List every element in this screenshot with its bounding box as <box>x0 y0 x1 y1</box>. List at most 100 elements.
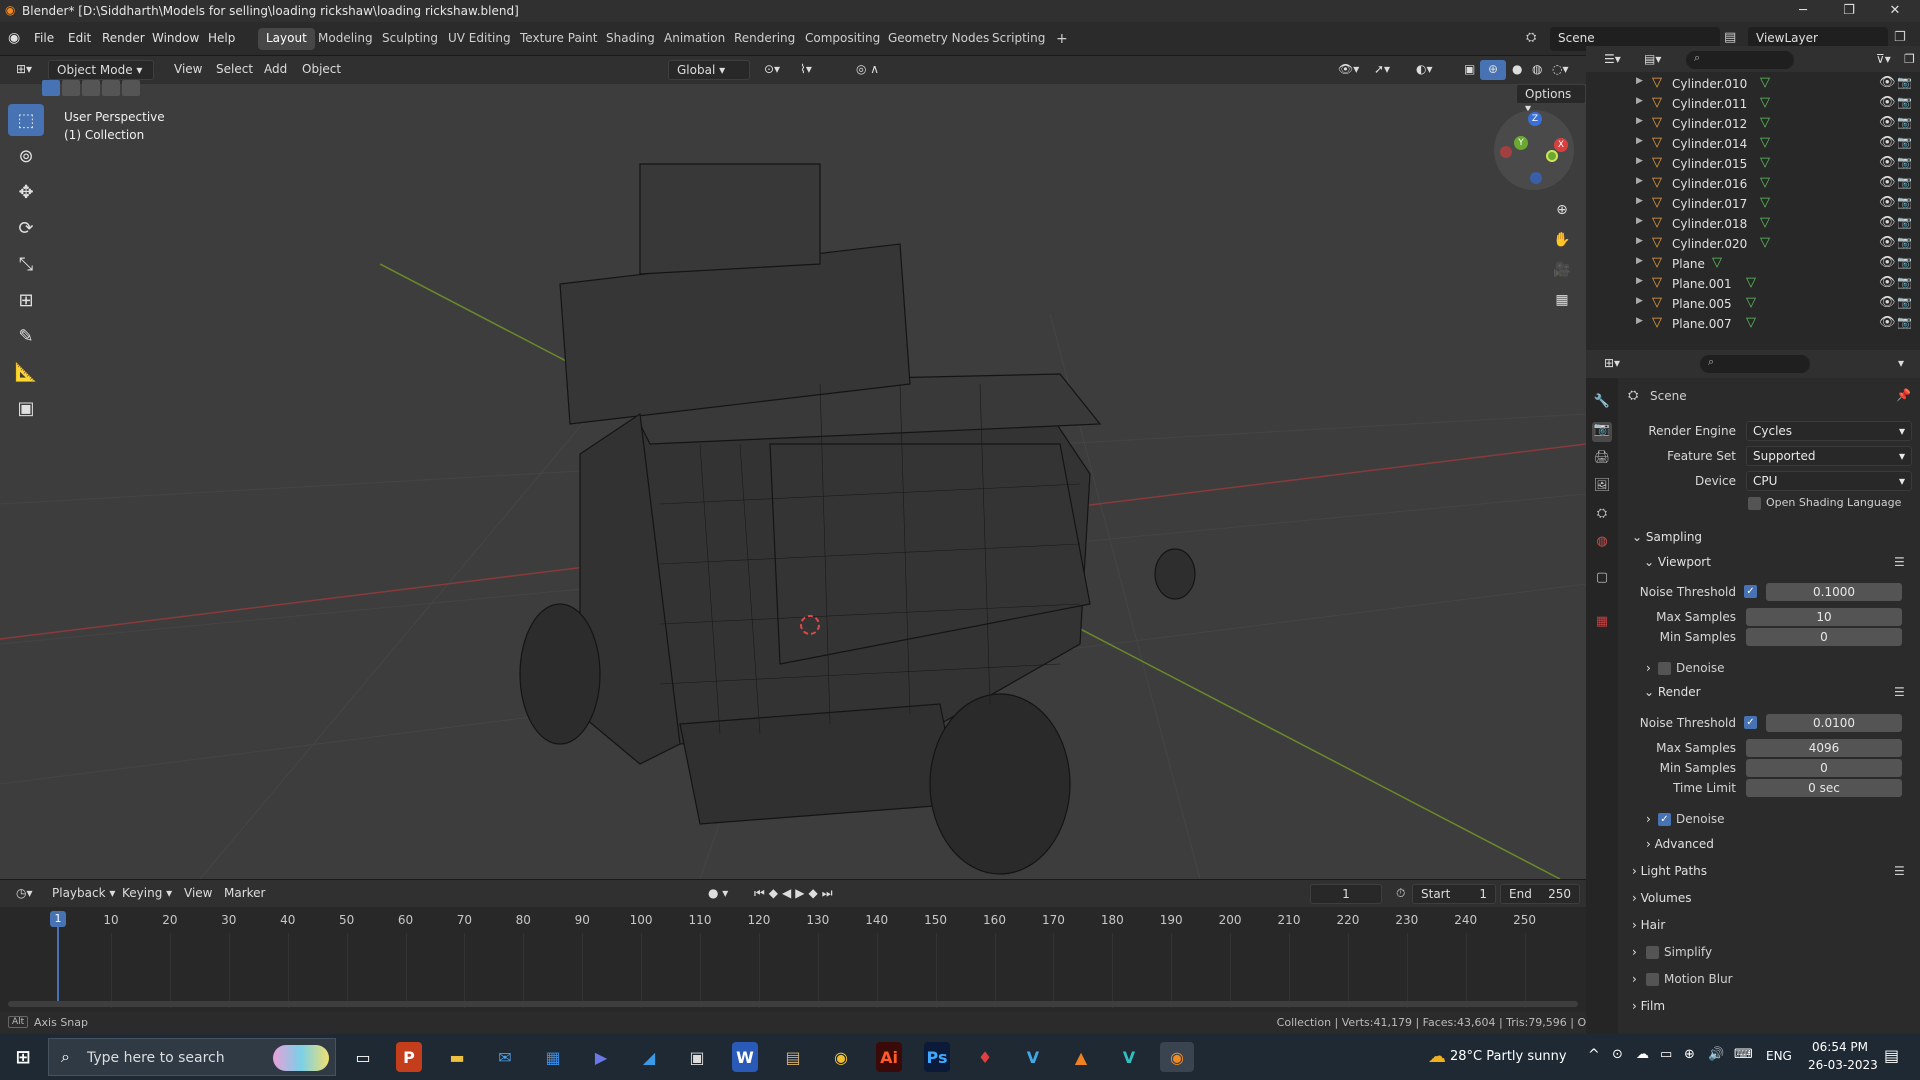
menu-window[interactable]: Window <box>152 31 199 45</box>
rendered-shading-icon[interactable]: ◌▾ <box>1544 60 1577 80</box>
expand-arrow-icon[interactable]: ▶ <box>1636 236 1643 246</box>
mesh-data-icon[interactable]: ▽ <box>1760 195 1770 210</box>
render-camera-icon[interactable]: 📷 <box>1897 255 1912 269</box>
outliner-row[interactable]: ▶ ▽ Cylinder.020 ▽ 👁 📷 <box>1586 234 1920 254</box>
minimize-button[interactable]: ─ <box>1780 0 1826 22</box>
menu-keying[interactable]: Keying ▾ <box>114 884 180 904</box>
mesh-data-icon[interactable]: ▽ <box>1746 295 1756 310</box>
visibility-eye-icon[interactable]: 👁 <box>1879 215 1896 230</box>
mesh-data-icon[interactable]: ▽ <box>1746 315 1756 330</box>
playhead-frame-label[interactable]: 1 <box>50 911 66 927</box>
render-camera-icon[interactable]: 📷 <box>1897 295 1912 309</box>
weather-text[interactable]: 28°C Partly sunny <box>1450 1049 1567 1064</box>
render-camera-icon[interactable]: 📷 <box>1897 135 1912 149</box>
osl-checkbox[interactable] <box>1748 497 1761 510</box>
properties-options-icon[interactable]: ▾ <box>1890 354 1912 374</box>
keyboard-icon[interactable]: ⌨ <box>1734 1047 1753 1062</box>
expand-arrow-icon[interactable]: ▶ <box>1636 196 1643 206</box>
language-indicator[interactable]: ENG <box>1766 1049 1792 1063</box>
mesh-data-icon[interactable]: ▽ <box>1760 215 1770 230</box>
render-camera-icon[interactable]: 📷 <box>1897 155 1912 169</box>
select-invert-icon[interactable] <box>102 80 120 96</box>
volume-icon[interactable]: 🔊 <box>1708 1047 1724 1062</box>
battery-icon[interactable]: ▭ <box>1660 1047 1672 1062</box>
maximize-button[interactable]: ❐ <box>1826 0 1872 22</box>
viewport-denoise-checkbox[interactable] <box>1658 662 1671 675</box>
scene-tab-icon[interactable]: ⛭ <box>1592 506 1612 526</box>
outliner-item-name[interactable]: Cylinder.017 <box>1672 197 1747 211</box>
expand-arrow-icon[interactable]: ▶ <box>1636 296 1643 306</box>
outliner-item-name[interactable]: Cylinder.012 <box>1672 117 1747 131</box>
world-tab-icon[interactable]: ◍ <box>1592 534 1612 554</box>
render-camera-icon[interactable]: 📷 <box>1897 275 1912 289</box>
powerpoint-icon[interactable]: P <box>396 1042 422 1072</box>
visibility-icon[interactable]: 👁▾ <box>1330 60 1367 80</box>
copy-icon[interactable]: ❐ <box>1894 30 1906 45</box>
visibility-eye-icon[interactable]: 👁 <box>1879 255 1896 270</box>
render-camera-icon[interactable]: 📷 <box>1897 95 1912 109</box>
preset-list-icon[interactable]: ☰ <box>1894 555 1905 569</box>
menu-render[interactable]: Render <box>102 31 145 45</box>
expand-arrow-icon[interactable]: ▶ <box>1636 136 1643 146</box>
render-camera-icon[interactable]: 📷 <box>1897 75 1912 89</box>
expand-arrow-icon[interactable]: ▶ <box>1636 216 1643 226</box>
visibility-eye-icon[interactable]: 👁 <box>1879 235 1896 250</box>
light-paths-preset-icon[interactable]: ☰ <box>1894 864 1905 878</box>
app-window-icon[interactable]: ▣ <box>680 1042 714 1072</box>
outliner-item-name[interactable]: Cylinder.010 <box>1672 77 1747 91</box>
mesh-data-icon[interactable]: ▽ <box>1760 155 1770 170</box>
render-preset-list-icon[interactable]: ☰ <box>1894 685 1905 699</box>
playback-controls[interactable]: ⏮◆◀▶◆⏭ <box>746 884 845 904</box>
timeline-scrollbar[interactable] <box>8 1001 1578 1007</box>
tab-rendering[interactable]: Rendering <box>726 28 803 50</box>
overlays-icon[interactable]: ◐▾ <box>1408 60 1441 80</box>
record-icon[interactable]: ● ▾ <box>700 884 736 904</box>
motion-blur-checkbox[interactable] <box>1646 973 1659 986</box>
outliner-search-input[interactable]: ⌕ <box>1686 51 1794 69</box>
menu-timeline-view[interactable]: View <box>176 884 220 904</box>
feature-set-dropdown[interactable]: Supported ▾ <box>1746 446 1912 466</box>
outliner-item-name[interactable]: Plane <box>1672 257 1705 271</box>
app-v-icon[interactable]: V <box>1112 1042 1146 1072</box>
visibility-eye-icon[interactable]: 👁 <box>1879 115 1896 130</box>
mesh-data-icon[interactable]: ▽ <box>1712 255 1722 270</box>
render-denoise-checkbox[interactable]: ✓ <box>1658 813 1671 826</box>
tab-texture-paint[interactable]: Texture Paint <box>512 28 605 50</box>
menu-view[interactable]: View <box>166 60 210 80</box>
options-dropdown[interactable]: Options ▾ <box>1516 84 1586 115</box>
outliner-item-name[interactable]: Cylinder.015 <box>1672 157 1747 171</box>
outliner-item-name[interactable]: Cylinder.016 <box>1672 177 1747 191</box>
simplify-panel-header[interactable]: › <box>1632 945 1637 959</box>
render-min-field[interactable]: 0 <box>1746 759 1902 777</box>
menu-file[interactable]: File <box>34 31 54 45</box>
playhead-line[interactable] <box>57 927 59 1007</box>
select-subtract-icon[interactable] <box>82 80 100 96</box>
clock-icon[interactable]: ⏱ <box>1388 884 1413 904</box>
weather-icon[interactable]: ☁ <box>1428 1046 1446 1067</box>
cursor-tool-icon[interactable]: ⊚ <box>8 140 44 172</box>
outliner-row[interactable]: ▶ ▽ Plane ▽ 👁 📷 <box>1586 254 1920 274</box>
timeline-area[interactable]: 10 20 30 40 50 60 70 80 90 100 110 120 130 140 150 160 1… <box>0 907 1586 1012</box>
simplify-checkbox[interactable] <box>1646 946 1659 959</box>
filter-icon[interactable]: ⊽▾ <box>1868 50 1899 70</box>
outliner-row[interactable]: ▶ ▽ Plane.007 ▽ 👁 📷 <box>1586 314 1920 334</box>
ortho-grid-icon[interactable]: ▦ <box>1548 286 1576 314</box>
viewport-noise-field[interactable]: 0.1000 <box>1766 583 1902 601</box>
app-icon[interactable]: ◢ <box>632 1042 666 1072</box>
viewport-max-field[interactable]: 10 <box>1746 608 1902 626</box>
visibility-eye-icon[interactable]: 👁 <box>1879 75 1896 90</box>
tab-layout[interactable]: Layout <box>258 28 315 50</box>
neg-z-handle[interactable] <box>1530 172 1542 184</box>
outliner-row[interactable]: ▶ ▽ Plane.001 ▽ 👁 📷 <box>1586 274 1920 294</box>
neg-x-handle[interactable] <box>1500 146 1512 158</box>
expand-arrow-icon[interactable]: ▶ <box>1636 76 1643 86</box>
vectorworks-icon[interactable]: V <box>1016 1042 1050 1072</box>
mode-dropdown[interactable]: Object Mode ▾ <box>48 60 154 80</box>
outliner-item-name[interactable]: Cylinder.014 <box>1672 137 1747 151</box>
clock-time[interactable]: 06:54 PM <box>1812 1040 1868 1054</box>
visibility-eye-icon[interactable]: 👁 <box>1879 135 1896 150</box>
transform-tool-icon[interactable]: ⊞ <box>8 284 44 316</box>
menu-select[interactable]: Select <box>208 60 261 80</box>
select-extend-icon[interactable] <box>62 80 80 96</box>
properties-editor-icon[interactable]: ⊞▾ <box>1596 354 1628 374</box>
